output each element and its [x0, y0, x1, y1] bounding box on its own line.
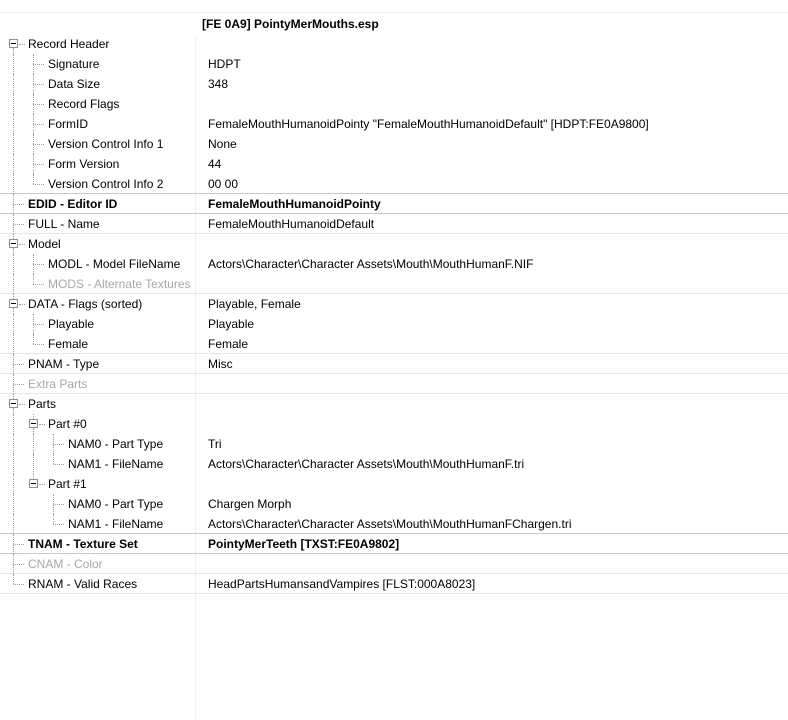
row-label: Playable — [48, 317, 95, 331]
plugin-column-header[interactable]: [FE 0A9] PointyMerMouths.esp — [196, 12, 788, 36]
row-value: Tri — [208, 437, 222, 451]
tree-row-female[interactable]: Female Female — [0, 334, 788, 354]
row-value: 00 00 — [208, 177, 239, 191]
row-value: Chargen Morph — [208, 497, 292, 511]
row-label: NAM1 - FileName — [68, 457, 164, 471]
row-label: Parts — [28, 397, 57, 411]
row-value: Misc — [208, 357, 233, 371]
collapse-icon[interactable] — [9, 399, 18, 408]
row-value: PointyMerTeeth [TXST:FE0A9802] — [208, 537, 400, 551]
row-value: 348 — [208, 77, 229, 91]
tree-row-parts[interactable]: Parts — [0, 394, 788, 414]
tree-row-tnam[interactable]: TNAM - Texture Set PointyMerTeeth [TXST:… — [0, 534, 788, 554]
tree-row-playable[interactable]: Playable Playable — [0, 314, 788, 334]
row-value: Playable — [208, 317, 255, 331]
row-label: CNAM - Color — [28, 557, 103, 571]
row-label: Part #1 — [48, 477, 87, 491]
collapse-icon[interactable] — [29, 419, 38, 428]
row-label: Record Header — [28, 37, 110, 51]
row-label: PNAM - Type — [28, 357, 100, 371]
row-label: NAM0 - Part Type — [68, 497, 164, 511]
collapse-icon[interactable] — [29, 479, 38, 488]
row-value: FemaleMouthHumanoidPointy — [208, 197, 381, 211]
tree-row-part-0-nam1[interactable]: NAM1 - FileName Actors\Character\Charact… — [0, 454, 788, 474]
row-value: None — [208, 137, 237, 151]
tree-row-signature[interactable]: Signature HDPT — [0, 54, 788, 74]
row-label: MODS - Alternate Textures — [48, 277, 191, 291]
row-label: Data Size — [48, 77, 101, 91]
tree-row-extra-parts[interactable]: Extra Parts — [0, 374, 788, 394]
tree-row-part-1-nam0[interactable]: NAM0 - Part Type Chargen Morph — [0, 494, 788, 514]
row-label: FULL - Name — [28, 217, 100, 231]
tree-row-data-size[interactable]: Data Size 348 — [0, 74, 788, 94]
row-label: Extra Parts — [28, 377, 88, 391]
row-label: Part #0 — [48, 417, 87, 431]
row-label: Female — [48, 337, 89, 351]
tree-row-part-1[interactable]: Part #1 — [0, 474, 788, 494]
row-label: Model — [28, 237, 61, 251]
row-label: MODL - Model FileName — [48, 257, 181, 271]
collapse-icon[interactable] — [9, 299, 18, 308]
collapse-icon[interactable] — [9, 39, 18, 48]
row-label: RNAM - Valid Races — [28, 577, 138, 591]
row-label: Version Control Info 2 — [48, 177, 164, 191]
row-label: NAM1 - FileName — [68, 517, 164, 531]
tree-row-cnam[interactable]: CNAM - Color — [0, 554, 788, 574]
row-value: HDPT — [208, 57, 241, 71]
row-label: NAM0 - Part Type — [68, 437, 164, 451]
row-label: TNAM - Texture Set — [28, 537, 138, 551]
tree-row-data-flags[interactable]: DATA - Flags (sorted) Playable, Female — [0, 294, 788, 314]
tree-row-model[interactable]: Model — [0, 234, 788, 254]
tree-row-full-name[interactable]: FULL - Name FemaleMouthHumanoidDefault — [0, 214, 788, 234]
row-label: Version Control Info 1 — [48, 137, 164, 151]
row-value: Female — [208, 337, 249, 351]
row-value: Actors\Character\Character Assets\Mouth\… — [208, 457, 525, 471]
row-value: HeadPartsHumansandVampires [FLST:000A802… — [208, 577, 476, 591]
tree-row-rnam[interactable]: RNAM - Valid Races HeadPartsHumansandVam… — [0, 574, 788, 594]
row-label: Record Flags — [48, 97, 120, 111]
tree-row-form-version[interactable]: Form Version 44 — [0, 154, 788, 174]
tree-row-pnam-type[interactable]: PNAM - Type Misc — [0, 354, 788, 374]
row-value: Actors\Character\Character Assets\Mouth\… — [208, 257, 534, 271]
row-label: DATA - Flags (sorted) — [28, 297, 143, 311]
tree-row-edid[interactable]: EDID - Editor ID FemaleMouthHumanoidPoin… — [0, 194, 788, 214]
tree-row-mods[interactable]: MODS - Alternate Textures — [0, 274, 788, 294]
tree-row-record-header[interactable]: Record Header — [0, 34, 788, 54]
tree-row-formid[interactable]: FormID FemaleMouthHumanoidPointy "Female… — [0, 114, 788, 134]
tree-row-record-flags[interactable]: Record Flags — [0, 94, 788, 114]
row-value: Playable, Female — [208, 297, 301, 311]
tree-row-version-control-info-2[interactable]: Version Control Info 2 00 00 — [0, 174, 788, 194]
row-value: FemaleMouthHumanoidDefault — [208, 217, 375, 231]
row-value: FemaleMouthHumanoidPointy "FemaleMouthHu… — [208, 117, 649, 131]
tree-row-part-0-nam0[interactable]: NAM0 - Part Type Tri — [0, 434, 788, 454]
row-value: Actors\Character\Character Assets\Mouth\… — [208, 517, 572, 531]
record-tree: Record Header Signature HDPT Data Size 3… — [0, 34, 788, 594]
row-label: Form Version — [48, 157, 120, 171]
row-value: 44 — [208, 157, 222, 171]
row-label: Signature — [48, 57, 100, 71]
collapse-icon[interactable] — [9, 239, 18, 248]
tree-row-part-1-nam1[interactable]: NAM1 - FileName Actors\Character\Charact… — [0, 514, 788, 534]
row-label: FormID — [48, 117, 88, 131]
tree-row-modl[interactable]: MODL - Model FileName Actors\Character\C… — [0, 254, 788, 274]
row-label: EDID - Editor ID — [28, 197, 118, 211]
tree-row-part-0[interactable]: Part #0 — [0, 414, 788, 434]
tree-row-version-control-info-1[interactable]: Version Control Info 1 None — [0, 134, 788, 154]
